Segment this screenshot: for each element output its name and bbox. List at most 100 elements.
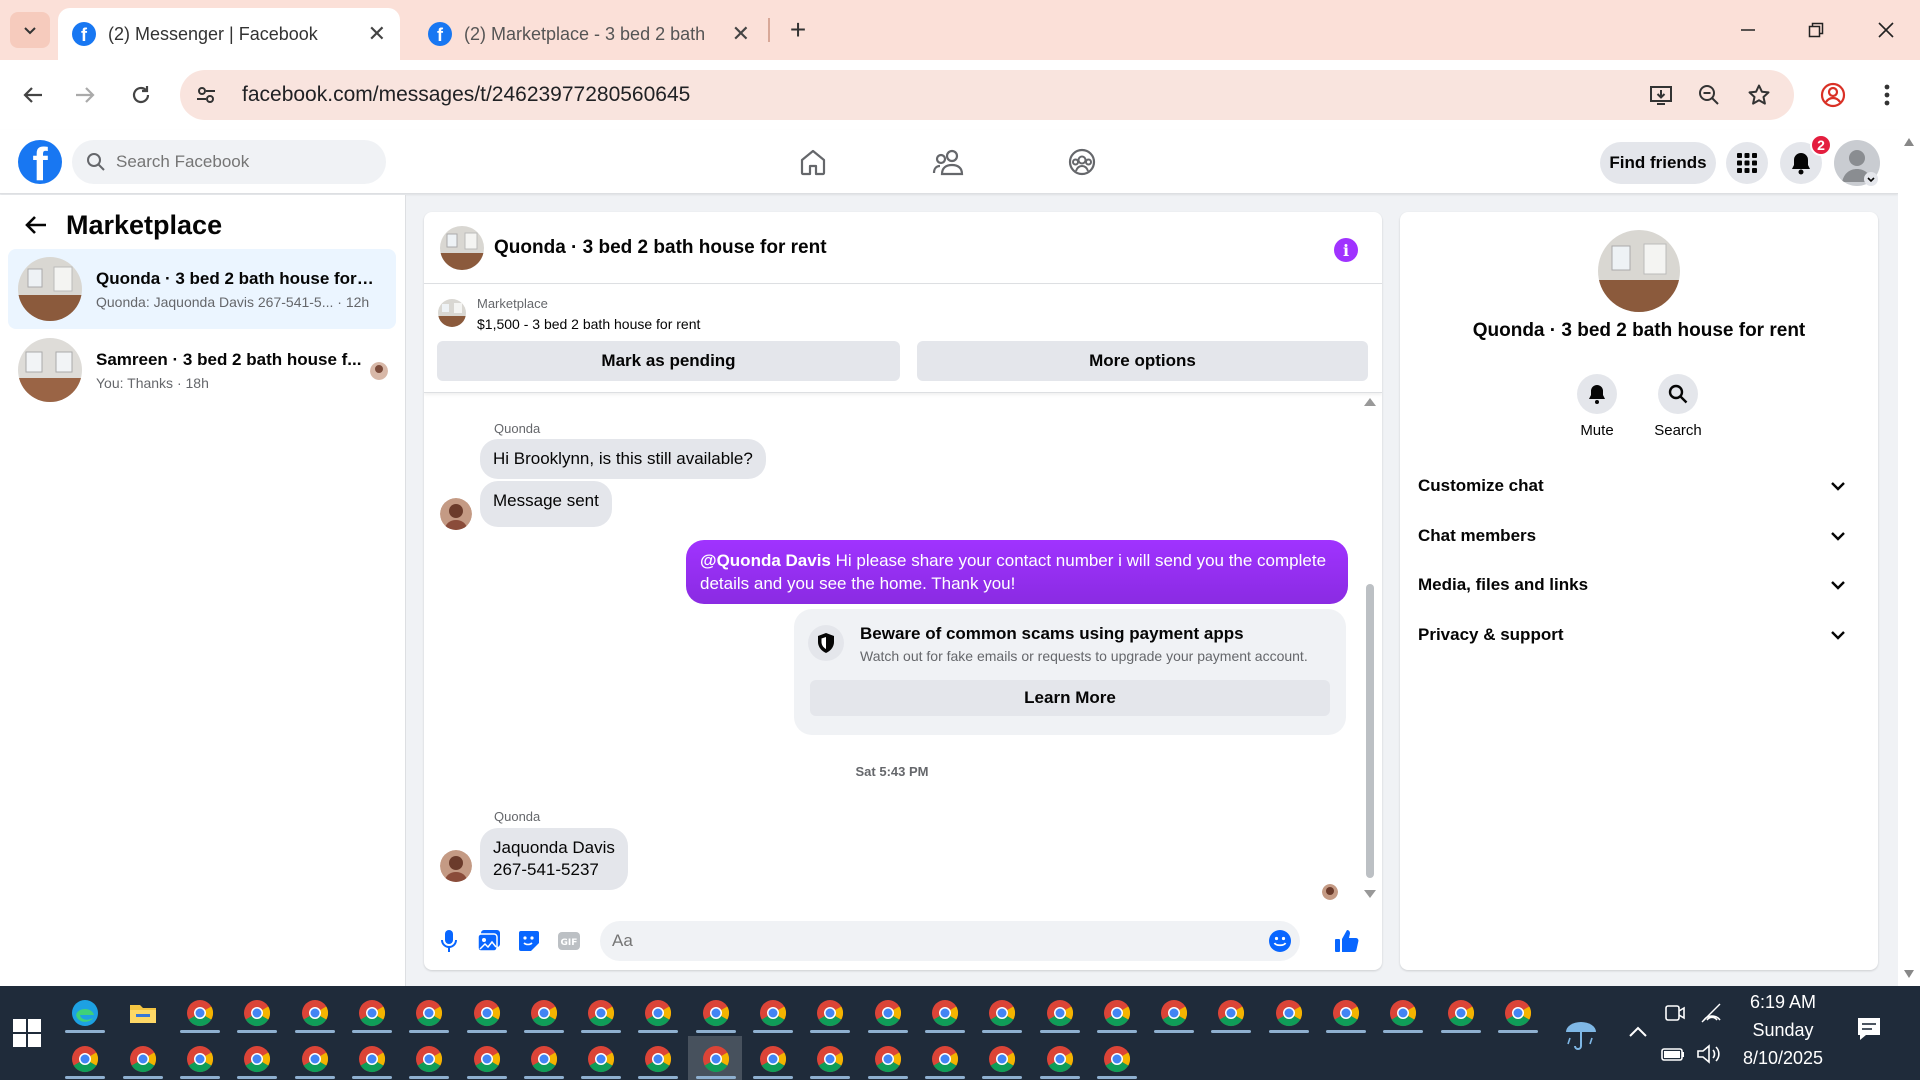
chrome-icon[interactable] <box>1274 998 1304 1028</box>
message-input-container[interactable] <box>600 921 1300 961</box>
chrome-icon[interactable] <box>1102 998 1132 1028</box>
close-icon[interactable]: ✕ <box>368 21 386 47</box>
section-media-files-links[interactable]: Media, files and links <box>1416 563 1862 607</box>
sticker-button[interactable] <box>514 926 544 956</box>
chrome-icon[interactable] <box>1045 1044 1075 1074</box>
chrome-icon[interactable] <box>815 998 845 1028</box>
forward-button[interactable] <box>66 76 104 114</box>
close-window-button[interactable] <box>1862 10 1910 50</box>
mark-as-pending-button[interactable]: Mark as pending <box>437 341 900 381</box>
site-info-button[interactable] <box>188 77 224 113</box>
chrome-icon[interactable] <box>300 998 330 1028</box>
chrome-icon[interactable] <box>930 1044 960 1074</box>
facebook-search[interactable] <box>72 140 386 184</box>
reload-button[interactable] <box>122 76 160 114</box>
scroll-thumb[interactable] <box>1366 584 1374 878</box>
scroll-down-icon[interactable] <box>1364 890 1376 898</box>
wifi-icon[interactable] <box>1700 1002 1724 1024</box>
scroll-down-icon[interactable] <box>1904 970 1914 978</box>
more-options-button[interactable]: More options <box>917 341 1368 381</box>
clock-day[interactable]: Sunday <box>1728 1020 1838 1041</box>
chrome-icon[interactable] <box>357 1044 387 1074</box>
back-button[interactable] <box>20 209 52 241</box>
like-button[interactable] <box>1332 926 1362 956</box>
chrome-icon[interactable] <box>987 998 1017 1028</box>
chrome-icon[interactable] <box>873 998 903 1028</box>
back-button[interactable] <box>14 76 52 114</box>
search-in-conversation-button[interactable]: Search <box>1638 374 1718 439</box>
chrome-icon[interactable] <box>815 1044 845 1074</box>
meet-now-icon[interactable] <box>1664 1002 1686 1024</box>
home-nav[interactable] <box>795 144 831 180</box>
chrome-icon[interactable] <box>758 1044 788 1074</box>
file-explorer-icon[interactable] <box>128 998 158 1028</box>
chrome-icon[interactable] <box>414 1044 444 1074</box>
gif-button[interactable]: GIF <box>554 926 584 956</box>
chrome-icon[interactable] <box>701 1044 731 1074</box>
conversation-item-quonda[interactable]: Quonda · 3 bed 2 bath house for r... Quo… <box>8 249 396 329</box>
conversation-item-samreen[interactable]: Samreen · 3 bed 2 bath house f... You: T… <box>8 330 396 410</box>
volume-icon[interactable] <box>1696 1044 1722 1064</box>
chrome-icon[interactable] <box>701 998 731 1028</box>
friends-nav[interactable] <box>930 144 966 180</box>
menu-button[interactable] <box>1726 142 1768 184</box>
battery-icon[interactable] <box>1660 1044 1686 1064</box>
chrome-icon[interactable] <box>1216 998 1246 1028</box>
close-icon[interactable]: ✕ <box>732 21 750 47</box>
sender-avatar[interactable] <box>440 850 472 882</box>
chrome-icon[interactable] <box>873 1044 903 1074</box>
chrome-icon[interactable] <box>1159 998 1189 1028</box>
chrome-icon[interactable] <box>1503 998 1533 1028</box>
chrome-icon[interactable] <box>242 1044 272 1074</box>
new-tab-button[interactable]: + <box>780 12 816 48</box>
chrome-icon[interactable] <box>529 1044 559 1074</box>
install-app-button[interactable] <box>1644 78 1678 112</box>
tab-search-button[interactable] <box>10 12 50 48</box>
groups-nav[interactable] <box>1064 144 1100 180</box>
browser-menu-button[interactable] <box>1868 76 1906 114</box>
chrome-icon[interactable] <box>529 998 559 1028</box>
section-privacy-support[interactable]: Privacy & support <box>1416 613 1862 657</box>
learn-more-button[interactable]: Learn More <box>810 680 1330 716</box>
chrome-icon[interactable] <box>300 1044 330 1074</box>
chrome-icon[interactable] <box>242 998 272 1028</box>
minimize-button[interactable] <box>1724 10 1772 50</box>
tab-messenger[interactable]: f (2) Messenger | Facebook ✕ <box>58 8 400 60</box>
chat-scrollbar[interactable] <box>1362 394 1378 904</box>
voice-clip-button[interactable] <box>434 926 464 956</box>
notification-center-icon[interactable] <box>1856 1016 1882 1042</box>
chrome-icon[interactable] <box>472 1044 502 1074</box>
chrome-icon[interactable] <box>472 998 502 1028</box>
facebook-logo[interactable]: f <box>18 140 62 184</box>
chrome-icon[interactable] <box>185 1044 215 1074</box>
section-customize-chat[interactable]: Customize chat <box>1416 464 1862 508</box>
profile-button[interactable] <box>1814 76 1852 114</box>
search-input[interactable] <box>116 152 376 172</box>
chrome-icon[interactable] <box>930 998 960 1028</box>
chrome-icon[interactable] <box>643 1044 673 1074</box>
chat-avatar[interactable] <box>440 225 484 270</box>
sender-avatar[interactable] <box>440 498 472 530</box>
chrome-icon[interactable] <box>586 1044 616 1074</box>
bookmark-button[interactable] <box>1742 78 1776 112</box>
emoji-button[interactable] <box>1268 929 1292 953</box>
chrome-icon[interactable] <box>586 998 616 1028</box>
chrome-icon[interactable] <box>758 998 788 1028</box>
windows-start-icon[interactable] <box>12 1018 42 1048</box>
mute-button[interactable]: Mute <box>1557 374 1637 439</box>
chrome-icon[interactable] <box>1331 998 1361 1028</box>
chrome-icon[interactable] <box>987 1044 1017 1074</box>
message-input[interactable] <box>612 931 1232 951</box>
edge-icon[interactable] <box>70 998 100 1028</box>
chrome-icon[interactable] <box>414 998 444 1028</box>
incoming-message[interactable]: Hi Brooklynn, is this still available? <box>480 439 766 479</box>
chrome-icon[interactable] <box>1446 998 1476 1028</box>
attach-photo-button[interactable] <box>474 926 504 956</box>
conversation-avatar[interactable] <box>1598 230 1680 312</box>
chrome-icon[interactable] <box>357 998 387 1028</box>
info-icon[interactable]: i <box>1334 238 1358 262</box>
listing-thumbnail[interactable] <box>438 299 466 327</box>
clock-date[interactable]: 8/10/2025 <box>1728 1048 1838 1069</box>
chrome-icon[interactable] <box>1388 998 1418 1028</box>
chrome-icon[interactable] <box>70 1044 100 1074</box>
